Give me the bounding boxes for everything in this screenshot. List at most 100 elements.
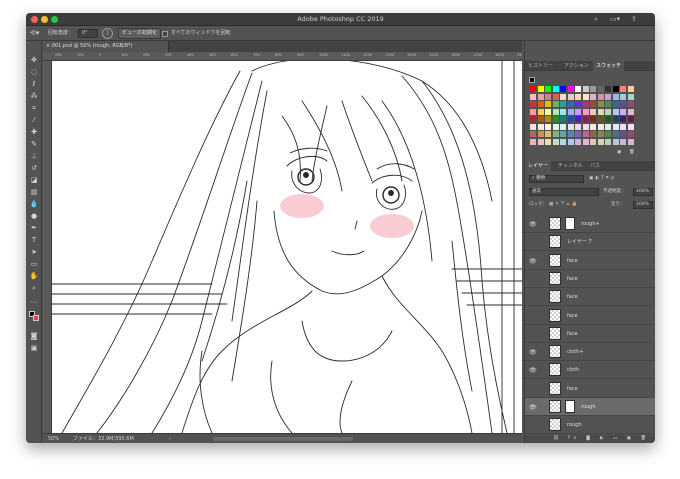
color-swatch[interactable]	[612, 101, 619, 107]
color-swatch[interactable]	[620, 93, 626, 100]
layer-filter-icons[interactable]: ▣◐T⌗◎	[589, 175, 616, 183]
more-tools-icon[interactable]: ⋯	[29, 297, 39, 307]
color-swatch[interactable]	[605, 116, 611, 122]
color-swatch[interactable]	[537, 108, 544, 115]
color-swatch[interactable]	[627, 138, 634, 145]
document-canvas[interactable]	[52, 61, 522, 433]
color-swatch[interactable]	[597, 101, 604, 107]
color-swatch[interactable]	[530, 123, 536, 130]
color-swatch[interactable]	[612, 138, 619, 145]
hand-tool-icon[interactable]: ✋	[29, 271, 39, 281]
color-swatch[interactable]	[590, 131, 596, 137]
color-swatch[interactable]	[545, 86, 551, 92]
color-swatch[interactable]	[612, 86, 619, 92]
screen-mode-icon[interactable]: ▣	[29, 343, 39, 353]
color-swatch[interactable]	[620, 138, 626, 145]
visibility-eye-icon[interactable]	[529, 294, 536, 301]
color-swatch[interactable]	[627, 116, 634, 122]
color-swatch[interactable]	[560, 86, 566, 92]
color-swatch[interactable]	[590, 138, 596, 145]
color-swatch[interactable]	[620, 123, 626, 130]
rotation-angle-input[interactable]: 0°	[78, 29, 98, 38]
color-swatch[interactable]	[597, 93, 604, 100]
color-swatch[interactable]	[597, 86, 604, 92]
color-swatch[interactable]	[627, 93, 634, 100]
visibility-eye-icon[interactable]	[529, 239, 536, 246]
color-swatch[interactable]	[597, 108, 604, 115]
visibility-eye-icon[interactable]: 👁	[529, 221, 537, 228]
layer-row[interactable]: 👁 rough+	[525, 215, 655, 233]
color-swatch[interactable]	[567, 101, 574, 107]
color-swatch[interactable]	[530, 108, 536, 115]
color-swatch[interactable]	[560, 138, 566, 145]
rotate-all-windows-checkbox[interactable]	[162, 30, 168, 37]
reset-view-button[interactable]: ビューの初期化	[118, 28, 162, 39]
color-swatch[interactable]	[552, 116, 559, 122]
color-swatch[interactable]	[537, 93, 544, 100]
color-swatch[interactable]	[552, 138, 559, 145]
color-swatch[interactable]	[575, 93, 581, 100]
background-color-swatch[interactable]	[33, 315, 39, 321]
color-swatch[interactable]	[575, 131, 581, 137]
crop-tool-icon[interactable]: ⌗	[29, 103, 39, 113]
color-swatch[interactable]	[627, 86, 634, 92]
color-swatch[interactable]	[590, 101, 596, 107]
layer-row[interactable]: face	[525, 270, 655, 288]
color-swatch[interactable]	[590, 86, 596, 92]
color-swatch[interactable]	[537, 131, 544, 137]
color-swatch[interactable]	[575, 116, 581, 122]
search-icon[interactable]: ⌕	[594, 15, 598, 24]
color-swatch[interactable]	[575, 138, 581, 145]
visibility-eye-icon[interactable]	[529, 276, 536, 283]
color-swatch[interactable]	[582, 101, 589, 107]
tab-layers[interactable]: レイヤー	[525, 161, 551, 171]
color-swatch[interactable]	[552, 108, 559, 115]
color-swatch[interactable]	[552, 86, 559, 92]
color-swatch[interactable]	[552, 101, 559, 107]
visibility-eye-icon[interactable]	[529, 422, 536, 429]
color-swatch[interactable]	[560, 93, 566, 100]
visibility-eye-icon[interactable]: 👁	[529, 367, 537, 374]
color-swatch[interactable]	[530, 101, 536, 107]
color-swatch[interactable]	[597, 131, 604, 137]
color-swatch[interactable]	[537, 116, 544, 122]
color-swatch[interactable]	[597, 138, 604, 145]
layer-row[interactable]: face	[525, 307, 655, 325]
color-swatch[interactable]	[605, 123, 611, 130]
color-swatch[interactable]	[545, 101, 551, 107]
visibility-eye-icon[interactable]: 👁	[529, 349, 537, 356]
tab-history[interactable]: ヒストリー	[525, 61, 556, 71]
layer-mask-thumbnail[interactable]	[565, 217, 575, 230]
color-swatch[interactable]	[605, 131, 611, 137]
color-swatch[interactable]	[567, 123, 574, 130]
layer-mask-thumbnail[interactable]	[565, 400, 575, 413]
visibility-eye-icon[interactable]	[529, 386, 536, 393]
color-swatch[interactable]	[612, 131, 619, 137]
color-swatch[interactable]	[627, 131, 634, 137]
color-swatch[interactable]	[620, 131, 626, 137]
color-swatch[interactable]	[582, 131, 589, 137]
gradient-tool-icon[interactable]: ▥	[29, 187, 39, 197]
color-swatch[interactable]	[537, 123, 544, 130]
eyedropper-tool-icon[interactable]: ⁄	[29, 115, 39, 125]
eraser-tool-icon[interactable]: ◪	[29, 175, 39, 185]
type-tool-icon[interactable]: T	[29, 235, 39, 245]
color-swatch[interactable]	[560, 108, 566, 115]
color-swatch[interactable]	[537, 86, 544, 92]
color-swatch[interactable]	[590, 93, 596, 100]
color-swatch[interactable]	[537, 138, 544, 145]
color-swatch[interactable]	[582, 108, 589, 115]
tab-actions[interactable]: アクション	[561, 61, 592, 71]
delete-swatch-icon[interactable]: 🗑	[629, 149, 635, 157]
color-swatch[interactable]	[605, 86, 611, 92]
quick-mask-icon[interactable]: ◙	[29, 331, 39, 341]
color-swatch[interactable]	[560, 123, 566, 130]
color-swatch[interactable]	[597, 123, 604, 130]
clone-stamp-tool-icon[interactable]: ⊥	[29, 151, 39, 161]
color-swatch[interactable]	[605, 101, 611, 107]
layer-row[interactable]: face	[525, 380, 655, 398]
rotation-dial-icon[interactable]: |	[102, 28, 113, 39]
status-menu-arrow[interactable]: ›	[169, 435, 171, 443]
layer-row[interactable]: レイヤー 7	[525, 233, 655, 252]
fill-input[interactable]: 100%	[633, 201, 653, 209]
